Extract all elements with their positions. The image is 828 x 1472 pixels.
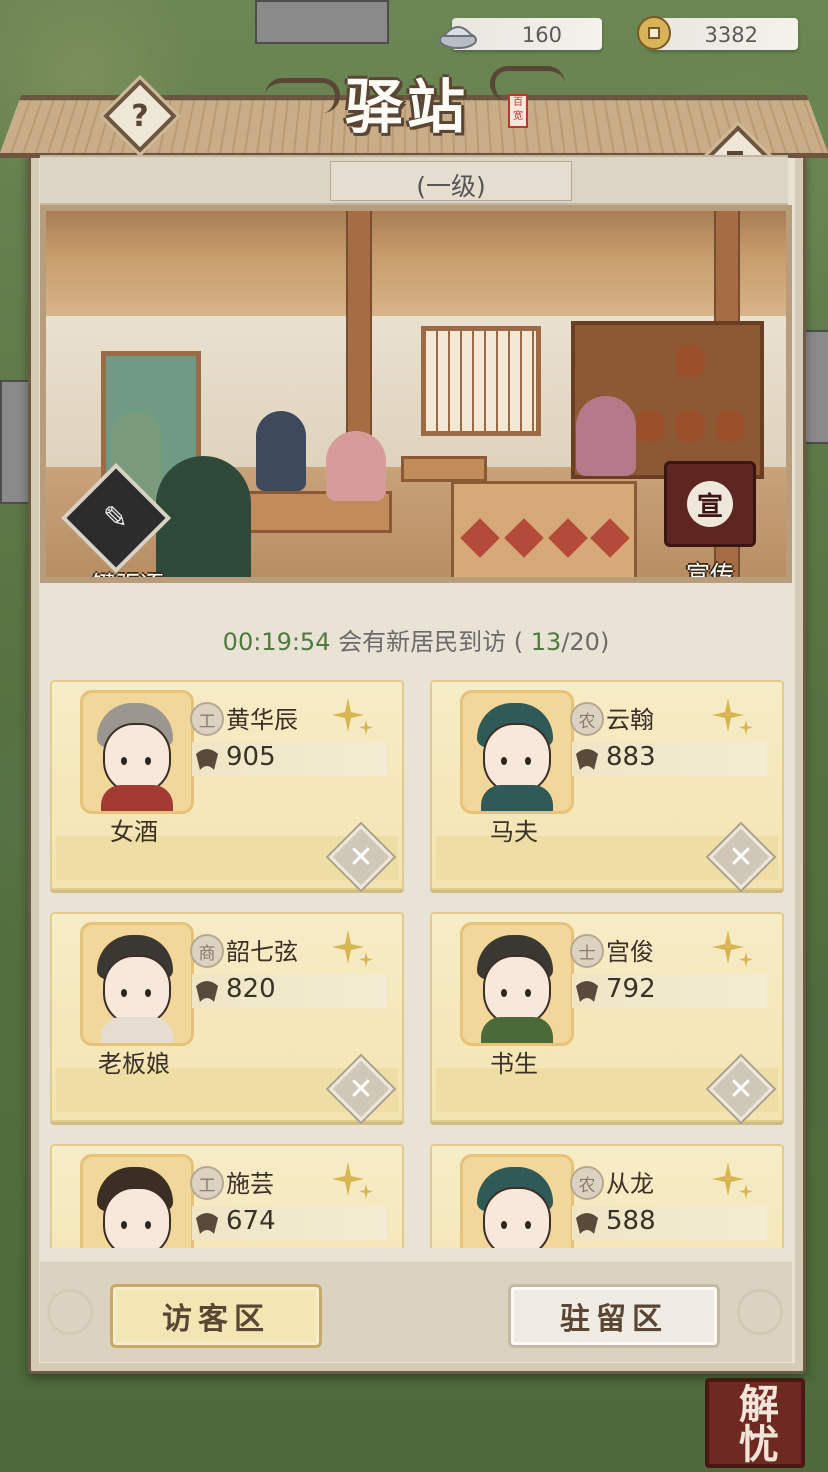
page-title: 驿站 (345, 73, 470, 141)
class-badge: 士 (570, 934, 604, 968)
avatar (460, 922, 574, 1046)
tab-resident-area[interactable]: 驻留区 (508, 1284, 720, 1348)
avatar (460, 1154, 574, 1248)
sparkle-icon (332, 1162, 373, 1199)
promote-label: 宣传 (686, 561, 734, 583)
visitor-role: 马夫 (490, 818, 538, 846)
sparkle-icon (332, 930, 373, 967)
visitor-name: 从龙 (606, 1170, 654, 1198)
visitor-role: 老板娘 (98, 1050, 170, 1078)
class-badge: 商 (190, 934, 224, 968)
visitor-card[interactable]: 农 从龙 588 (430, 1144, 784, 1248)
sparkle-icon (712, 930, 753, 967)
visitor-card[interactable]: 工 黄华辰 905 女酒 ✕ (50, 680, 404, 890)
stamina-icon (196, 749, 218, 770)
timer-text: 会有新居民到访 (338, 628, 507, 656)
copper-coin-icon (637, 16, 671, 50)
close-icon: ✕ (728, 839, 754, 875)
visitor-card[interactable]: 工 施芸 674 (50, 1144, 404, 1248)
visitor-name: 黄华辰 (226, 706, 298, 734)
class-badge: 农 (570, 702, 604, 736)
visitor-name: 宫俊 (606, 938, 654, 966)
silver-ingot-icon (439, 26, 477, 49)
sparkle-icon (332, 698, 373, 735)
question-icon: ? (131, 98, 149, 134)
visitor-stat: 905 (226, 742, 276, 772)
visitor-stat: 820 (226, 974, 276, 1004)
visitor-card[interactable]: 商 韶七弦 820 老板娘 ✕ (50, 912, 404, 1122)
visitor-name: 云翰 (606, 706, 654, 734)
stamina-icon (576, 1213, 598, 1234)
sparkle-icon (712, 1162, 753, 1199)
silver-counter[interactable]: 160 (439, 18, 602, 50)
visitor-list[interactable]: 工 黄华辰 905 女酒 ✕ 农 云翰 883 马夫 ✕ 商 韶七弦 820 老… (40, 670, 792, 1248)
background-house (255, 0, 389, 44)
close-icon: ✕ (348, 839, 374, 875)
relief-button[interactable]: 解忧 (705, 1378, 805, 1468)
visitor-stat: 883 (606, 742, 656, 772)
stamina-icon (576, 981, 598, 1002)
broom-icon: ✎ (60, 462, 172, 574)
stamina-icon (196, 1213, 218, 1234)
evict-all-button[interactable]: ✎ 一键驱逐 (60, 462, 172, 577)
coin-counter[interactable]: 3382 (637, 16, 798, 50)
close-icon: ✕ (728, 1071, 754, 1107)
level-bar: (一级) (40, 155, 788, 205)
tab-bar: 访客区 驻留区 (40, 1262, 792, 1362)
visitor-card[interactable]: 农 云翰 883 马夫 ✕ (430, 680, 784, 890)
cloud-ornament-left (265, 78, 340, 113)
visitor-name: 韶七弦 (226, 938, 298, 966)
coin-value: 3382 (704, 23, 758, 47)
visitor-capacity: 20 (569, 628, 600, 656)
visitor-role: 女酒 (110, 818, 158, 846)
visitor-name: 施芸 (226, 1170, 274, 1198)
visitor-count: 13 (530, 628, 562, 656)
tab-visitor-area[interactable]: 访客区 (110, 1284, 322, 1348)
avatar (80, 690, 194, 814)
class-badge: 工 (190, 702, 224, 736)
sparkle-icon (712, 698, 753, 735)
visitor-timer: 00:19:54 会有新居民到访 ( 13/20) (222, 628, 610, 656)
visitor-stat: 588 (606, 1206, 656, 1236)
avatar (80, 1154, 194, 1248)
station-scene: ✎ 一键驱逐 宣 宣传 (40, 205, 792, 583)
visitor-stat: 674 (226, 1206, 276, 1236)
visitor-role: 书生 (490, 1050, 538, 1078)
level-label: (一级) (416, 172, 486, 201)
scroll-icon: 宣 (664, 461, 756, 547)
class-badge: 农 (570, 1166, 604, 1200)
stamina-icon (576, 749, 598, 770)
visitor-card[interactable]: 士 宫俊 792 书生 ✕ (430, 912, 784, 1122)
avatar (460, 690, 574, 814)
title-group: 驿站 百宽 (265, 56, 565, 141)
close-icon: ✕ (348, 1071, 374, 1107)
seal-stamp: 百宽 (508, 94, 528, 128)
countdown: 00:19:54 (222, 628, 331, 656)
visitor-stat: 792 (606, 974, 656, 1004)
promote-button[interactable]: 宣 宣传 (664, 461, 756, 583)
stamina-icon (196, 981, 218, 1002)
silver-value: 160 (521, 23, 562, 47)
class-badge: 工 (190, 1166, 224, 1200)
avatar (80, 922, 194, 1046)
